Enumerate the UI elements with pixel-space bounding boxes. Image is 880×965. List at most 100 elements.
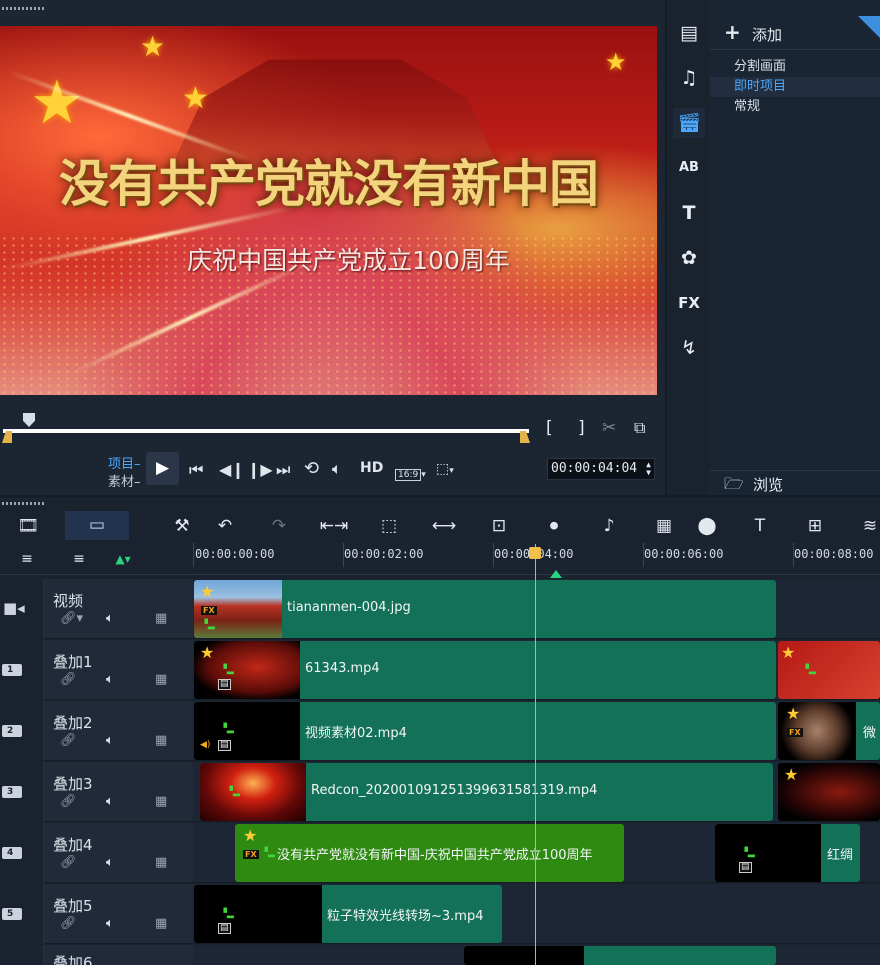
undo-icon[interactable]: ↶ — [208, 514, 242, 538]
record-capture-icon[interactable]: ⏺ — [537, 514, 571, 538]
path-icon[interactable]: ↯ — [673, 333, 705, 363]
timeline-clip[interactable]: ★ FX ▝▂ tiananmen-004.jpg — [194, 580, 776, 638]
redo-icon[interactable]: ↷ — [262, 514, 296, 538]
track-type: 2 — [0, 701, 44, 761]
enlarge-preview-icon[interactable]: ⧉ — [634, 418, 645, 438]
panel-grip[interactable] — [2, 7, 44, 10]
library-item-instant-project[interactable]: 即时项目 — [710, 77, 880, 97]
library-item-split-screen[interactable]: 分割画面 — [710, 57, 880, 77]
checker-icon[interactable]: ▦ — [155, 672, 167, 687]
checker-icon[interactable]: ▦ — [155, 611, 167, 626]
go-to-end-icon[interactable]: ⏭ — [276, 460, 290, 480]
track-header-overlay2[interactable]: 2 叠加2 🔗︎ 🔈︎ ▦ — [0, 701, 193, 761]
track-header-overlay5[interactable]: 5 叠加5 🔗︎ 🔈︎ ▦ — [0, 884, 193, 944]
timeline-view-button[interactable]: ▭ — [65, 511, 129, 540]
timeline-clip[interactable] — [464, 946, 776, 965]
transition-icon[interactable]: AB — [673, 153, 705, 183]
mute-icon[interactable]: 🔈︎ — [106, 916, 114, 931]
smart-proxy-icon[interactable]: ⬚ — [372, 514, 406, 538]
track-header-overlay4[interactable]: 4 叠加4 🔗︎ 🔈︎ ▦ — [0, 823, 193, 883]
title-icon[interactable]: T — [673, 198, 705, 228]
media-library-icon[interactable]: ▤ — [673, 18, 705, 48]
repeat-icon[interactable]: ⟲ — [304, 458, 319, 479]
add-marker-icon[interactable]: ▲▾ — [106, 547, 140, 571]
previous-frame-icon[interactable]: ◀❙ — [219, 460, 245, 479]
go-to-start-icon[interactable]: ⏮ — [189, 460, 203, 480]
track-manager-icon[interactable]: ≡ — [62, 547, 96, 571]
playhead-marker-icon[interactable] — [550, 570, 562, 578]
timeline-clip[interactable]: ▝▂ ▤ 红绸 — [715, 824, 860, 882]
title-editor-icon[interactable]: T — [743, 514, 777, 538]
link-icon[interactable]: 🔗︎ — [60, 794, 77, 809]
mute-icon[interactable]: 🔈︎ — [106, 855, 114, 870]
link-icon[interactable]: 🔗︎▾ — [60, 611, 83, 626]
checker-icon[interactable]: ▦ — [155, 733, 167, 748]
mute-icon[interactable]: 🔈︎ — [106, 794, 114, 809]
checker-icon[interactable]: ▦ — [155, 855, 167, 870]
scissors-icon[interactable]: ✂ — [602, 418, 616, 438]
storyboard-view-icon[interactable]: 🎞︎ — [11, 514, 45, 538]
volume-icon[interactable]: 🔈︎ — [332, 459, 342, 479]
ripple-edit-icon[interactable]: ⊡ — [482, 514, 516, 538]
star-icon: ★ — [243, 826, 258, 845]
ruler-tick-label: 00:00:06:00 — [644, 547, 724, 561]
track-number: 3 — [7, 787, 14, 797]
track-manager-icon[interactable]: ⟷ — [427, 514, 461, 538]
link-icon[interactable]: 🔗︎ — [60, 672, 77, 687]
fit-project-icon[interactable]: ⇤⇥ — [317, 514, 351, 538]
scrubber-handle[interactable] — [23, 413, 35, 427]
link-icon[interactable]: 🔗︎ — [60, 855, 77, 870]
audio-icon: ◀) — [200, 740, 211, 750]
mute-icon[interactable]: 🔈︎ — [106, 733, 114, 748]
track-header-overlay6[interactable]: 叠加6 — [0, 945, 193, 965]
audio-mixer-icon[interactable]: ♪ — [592, 514, 626, 538]
timecode-spinner[interactable]: ▲ ▼ — [646, 461, 651, 477]
playhead-handle[interactable] — [529, 547, 541, 559]
link-icon[interactable]: 🔗︎ — [60, 733, 77, 748]
clip-thumbnail — [194, 885, 322, 943]
spin-down-icon[interactable]: ▼ — [646, 469, 651, 477]
track-header-overlay1[interactable]: 1 叠加1 🔗︎ 🔈︎ ▦ — [0, 640, 193, 700]
mute-icon[interactable]: 🔈︎ — [106, 611, 114, 626]
split-screen-icon[interactable]: ⊞ — [798, 514, 832, 538]
fx-filter-icon[interactable]: FX — [673, 288, 705, 318]
instant-project-icon[interactable]: 🎬︎ — [673, 108, 705, 138]
project-mode-toggle[interactable]: 项目– — [108, 453, 141, 472]
tools-icon[interactable]: ⚒ — [165, 514, 199, 538]
safe-area-dropdown[interactable]: ⬚▾ — [436, 461, 454, 477]
multi-camera-icon[interactable]: ▦ — [647, 514, 681, 538]
timeline-clip[interactable]: ★ ▝▂ — [778, 641, 880, 699]
browse-button[interactable]: 🗁︎ 浏览 — [710, 470, 880, 495]
play-button[interactable]: ▶ — [146, 452, 179, 485]
audio-library-icon[interactable]: ♫ — [673, 63, 705, 93]
show-all-tracks-icon[interactable]: ≡ — [10, 547, 44, 571]
timeline-clip[interactable]: ▝▂ Redcon_20200109125139963158131​9.mp4 — [200, 763, 773, 821]
panel-grip[interactable] — [2, 502, 44, 505]
link-icon[interactable]: 🔗︎ — [60, 916, 77, 931]
track-header-video[interactable]: ■◂ 视频 🔗︎▾ 🔈︎ ▦ — [0, 579, 193, 639]
checker-icon[interactable]: ▦ — [155, 794, 167, 809]
graphics-icon[interactable]: ✿ — [673, 243, 705, 273]
mark-out-button[interactable]: ] — [578, 418, 585, 438]
color-correction-icon[interactable]: ⬤ — [690, 514, 724, 538]
playhead-line[interactable] — [535, 544, 536, 965]
mark-in-button[interactable]: [ — [546, 418, 553, 438]
track-header-overlay3[interactable]: 3 叠加3 🔗︎ 🔈︎ ▦ — [0, 762, 193, 822]
source-mode-toggle[interactable]: 素材– — [108, 471, 141, 490]
timeline-clip[interactable]: ▝▂ ▤ ◀) 视频素材02.mp4 — [194, 702, 776, 760]
scrubber-bar[interactable] — [3, 429, 529, 433]
aspect-ratio-dropdown[interactable]: 16:9 ▾ — [395, 462, 426, 481]
timeline-clip[interactable]: ★ FX ▝▂ 没有共产党就没有新中国-庆祝中国共产党成立100周年 — [235, 824, 624, 882]
timeline-clip[interactable]: ▝▂ ▤ 粒子特效光线转场~3.mp4 — [194, 885, 502, 943]
timeline-clip[interactable]: ★ ▝▂ ▤ 61343.mp4 — [194, 641, 776, 699]
motion-tracking-icon[interactable]: ≋ — [853, 514, 880, 538]
add-button[interactable]: + 添加 — [710, 18, 880, 50]
library-item-general[interactable]: 常规 — [710, 97, 880, 117]
hd-toggle[interactable]: HD — [360, 460, 383, 476]
timecode-field[interactable]: 00:00:04:04 ▲ ▼ — [547, 458, 655, 480]
mute-icon[interactable]: 🔈︎ — [106, 672, 114, 687]
checker-icon[interactable]: ▦ — [155, 916, 167, 931]
timeline-clip[interactable]: ★ FX 微 — [778, 702, 880, 760]
next-frame-icon[interactable]: ❙▶ — [247, 460, 273, 479]
timeline-clip[interactable]: ★ — [778, 763, 880, 821]
